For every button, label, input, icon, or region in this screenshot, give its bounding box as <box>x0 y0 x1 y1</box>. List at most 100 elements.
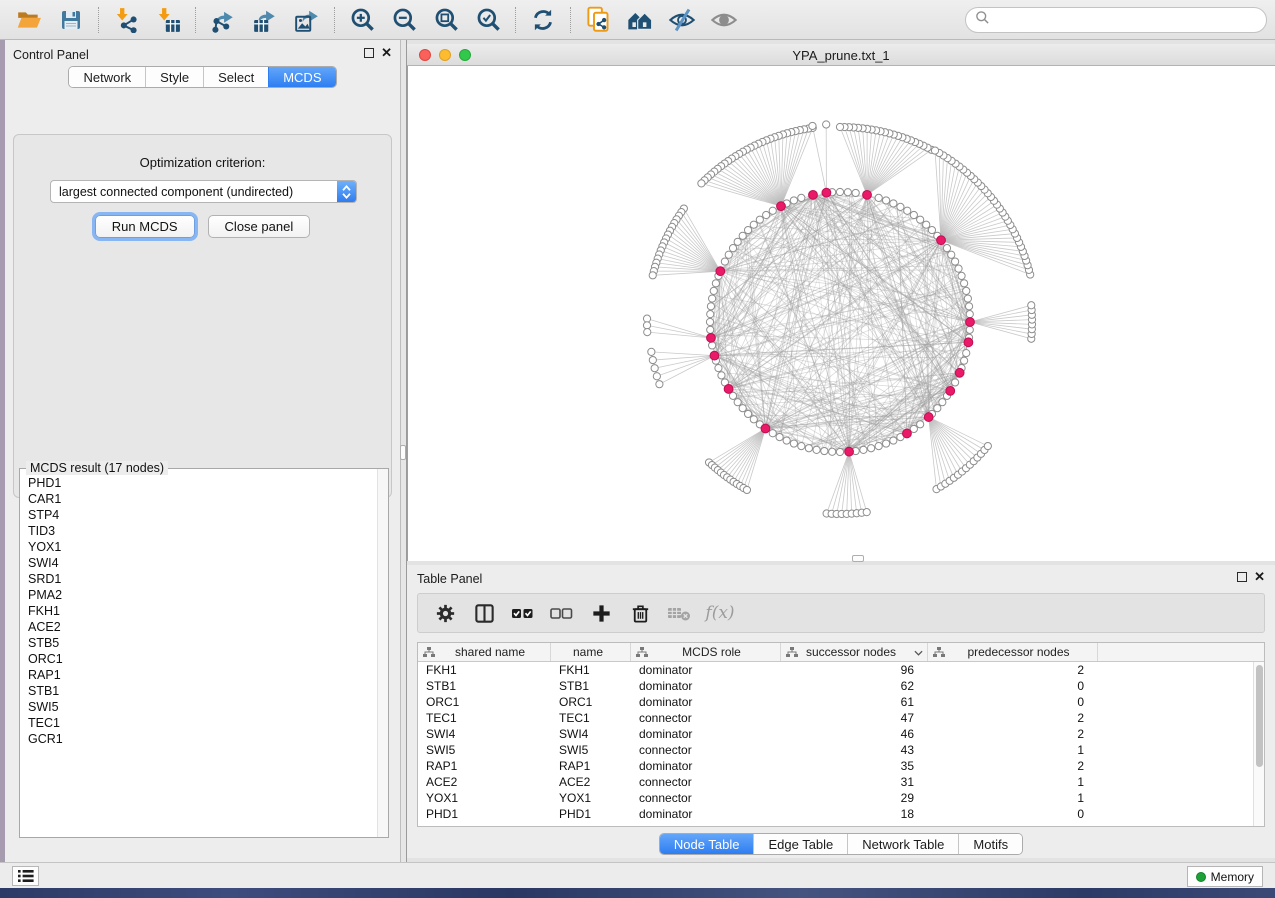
criterion-select[interactable]: largest connected component (undirected) <box>50 180 357 203</box>
table-row[interactable]: FKH1FKH1dominator962 <box>418 662 1253 678</box>
mcds-result-title: MCDS result (17 nodes) <box>26 461 168 475</box>
select-all-icon[interactable] <box>508 598 538 628</box>
mcds-result-item[interactable]: FKH1 <box>28 603 376 619</box>
export-image-icon[interactable] <box>290 5 324 35</box>
horizontal-splitter-grip[interactable] <box>852 555 864 562</box>
delete-table-icon <box>664 598 694 628</box>
table-scrollbar[interactable] <box>1253 662 1264 826</box>
table-cell: ORC1 <box>551 695 631 709</box>
zoom-fit-icon[interactable] <box>429 5 463 35</box>
import-network-icon[interactable] <box>109 5 143 35</box>
column-header-predecessor-nodes[interactable]: predecessor nodes <box>928 643 1098 661</box>
add-column-icon[interactable] <box>586 598 616 628</box>
sort-chevron-icon <box>914 645 927 659</box>
table-cell: STB1 <box>418 679 551 693</box>
mcds-result-item[interactable]: TID3 <box>28 523 376 539</box>
mcds-result-item[interactable]: ACE2 <box>28 619 376 635</box>
mcds-result-item[interactable]: STB5 <box>28 635 376 651</box>
vertical-splitter[interactable] <box>400 40 407 862</box>
tab-mcds[interactable]: MCDS <box>268 67 335 87</box>
table-row[interactable]: ACE2ACE2connector311 <box>418 774 1253 790</box>
float-panel-icon[interactable] <box>364 48 374 58</box>
mcds-result-item[interactable]: RAP1 <box>28 667 376 683</box>
close-panel-icon[interactable]: ✕ <box>1254 572 1265 582</box>
deselect-all-icon[interactable] <box>547 598 577 628</box>
table-cell: 18 <box>781 807 928 821</box>
tab-network-table[interactable]: Network Table <box>847 834 958 854</box>
table-cell: 0 <box>928 679 1098 693</box>
show-all-icon[interactable] <box>707 5 741 35</box>
table-row[interactable]: ORC1ORC1dominator610 <box>418 694 1253 710</box>
table-row[interactable]: SWI5SWI5connector431 <box>418 742 1253 758</box>
memory-button[interactable]: Memory <box>1187 866 1263 887</box>
mcds-result-item[interactable]: SWI5 <box>28 699 376 715</box>
column-header-successor-nodes[interactable]: successor nodes <box>781 643 928 661</box>
mcds-result-item[interactable]: ORC1 <box>28 651 376 667</box>
import-table-icon[interactable] <box>151 5 185 35</box>
export-network-icon[interactable] <box>206 5 240 35</box>
delete-column-icon[interactable] <box>625 598 655 628</box>
mcds-result-item[interactable]: SWI4 <box>28 555 376 571</box>
mcds-result-item[interactable]: PMA2 <box>28 587 376 603</box>
toolbar-separator <box>334 7 335 33</box>
mcds-result-item[interactable]: TEC1 <box>28 715 376 731</box>
mcds-result-item[interactable]: STB1 <box>28 683 376 699</box>
tab-style[interactable]: Style <box>145 67 203 87</box>
refresh-view-icon[interactable] <box>526 5 560 35</box>
table-cell: TEC1 <box>551 711 631 725</box>
first-neighbors-icon[interactable] <box>623 5 657 35</box>
open-file-icon[interactable] <box>12 5 46 35</box>
table-row[interactable]: YOX1YOX1connector291 <box>418 790 1253 806</box>
network-window-titlebar[interactable]: YPA_prune.txt_1 <box>407 44 1275 66</box>
tab-select[interactable]: Select <box>203 67 268 87</box>
tab-network[interactable]: Network <box>69 67 145 87</box>
split-panel-icon[interactable] <box>469 598 499 628</box>
mcds-result-item[interactable]: STP4 <box>28 507 376 523</box>
save-session-icon[interactable] <box>54 5 88 35</box>
table-row[interactable]: SWI4SWI4dominator462 <box>418 726 1253 742</box>
zoom-selected-icon[interactable] <box>471 5 505 35</box>
table-cell: dominator <box>631 727 781 741</box>
network-canvas[interactable] <box>408 66 1274 560</box>
zoom-in-icon[interactable] <box>345 5 379 35</box>
column-header-mcds-role[interactable]: MCDS role <box>631 643 781 661</box>
table-row[interactable]: PHD1PHD1dominator180 <box>418 806 1253 822</box>
float-panel-icon[interactable] <box>1237 572 1247 582</box>
table-cell: 1 <box>928 775 1098 789</box>
export-table-icon[interactable] <box>248 5 282 35</box>
table-settings-icon[interactable] <box>430 598 460 628</box>
search-input[interactable] <box>965 7 1267 33</box>
table-cell: dominator <box>631 695 781 709</box>
run-mcds-button[interactable]: Run MCDS <box>95 215 195 238</box>
task-history-button[interactable] <box>12 866 39 886</box>
close-panel-icon[interactable]: ✕ <box>381 48 392 58</box>
zoom-out-icon[interactable] <box>387 5 421 35</box>
mcds-result-item[interactable]: GCR1 <box>28 731 376 747</box>
mcds-result-item[interactable]: SRD1 <box>28 571 376 587</box>
tab-edge-table[interactable]: Edge Table <box>753 834 847 854</box>
mcds-result-item[interactable]: CAR1 <box>28 491 376 507</box>
hide-selected-icon[interactable] <box>665 5 699 35</box>
mcds-result-item[interactable]: PHD1 <box>28 475 376 491</box>
tab-node-table[interactable]: Node Table <box>660 834 754 854</box>
table-tabs: Node TableEdge TableNetwork TableMotifs <box>659 833 1023 855</box>
column-header-name[interactable]: name <box>551 643 631 661</box>
control-tabs: NetworkStyleSelectMCDS <box>68 66 336 88</box>
splitter-grip[interactable] <box>400 445 406 460</box>
close-panel-button[interactable]: Close panel <box>208 215 311 238</box>
tab-motifs[interactable]: Motifs <box>958 834 1022 854</box>
mcds-result-item[interactable]: YOX1 <box>28 539 376 555</box>
table-scrollbar-thumb[interactable] <box>1256 665 1263 767</box>
select-stepper-icon <box>337 181 356 202</box>
desktop-wallpaper <box>0 888 1275 898</box>
control-panel-header: Control Panel ✕ <box>5 40 400 66</box>
mcds-result-scrollbar[interactable] <box>377 469 388 837</box>
column-header-shared-name[interactable]: shared name <box>418 643 551 661</box>
table-cell: SWI5 <box>418 743 551 757</box>
table-cell: STB1 <box>551 679 631 693</box>
table-row[interactable]: TEC1TEC1connector472 <box>418 710 1253 726</box>
table-row[interactable]: RAP1RAP1dominator352 <box>418 758 1253 774</box>
table-row[interactable]: STB1STB1dominator620 <box>418 678 1253 694</box>
network-from-clipboard-icon[interactable] <box>581 5 615 35</box>
table-cell: YOX1 <box>418 791 551 805</box>
